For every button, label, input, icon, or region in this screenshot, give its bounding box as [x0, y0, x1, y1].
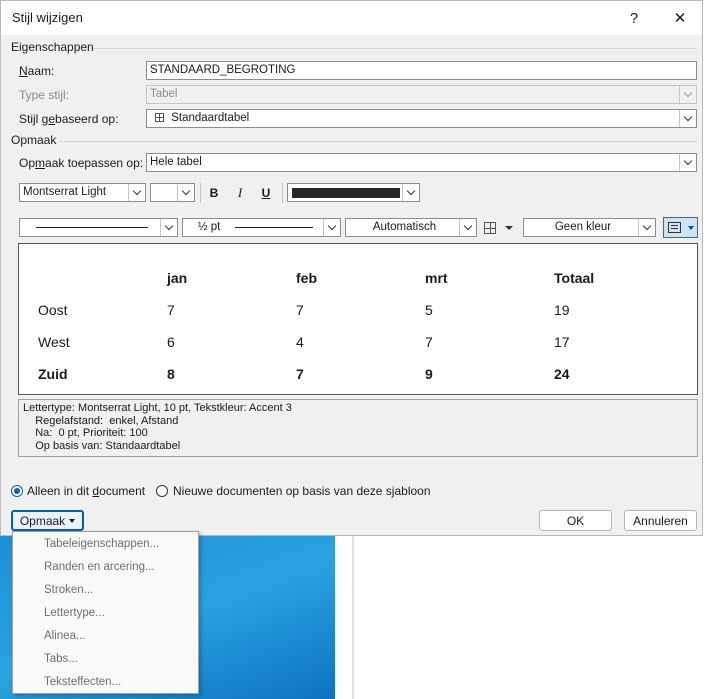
table-cell: 5 [425, 302, 433, 318]
chevron-down-icon[interactable] [638, 219, 655, 236]
font-name-value: Montserrat Light [23, 186, 107, 198]
based-on-value: Standaardtabel [171, 112, 250, 124]
border-weight-value: ½ pt [198, 221, 221, 233]
format-button-label: Opmaak [19, 513, 66, 528]
new-documents-radio[interactable] [156, 485, 168, 497]
border-line-sample [36, 227, 148, 228]
description-line: Op basis van: Standaardtabel [23, 439, 181, 452]
dialog-title: Stijl wijzigen [12, 10, 83, 25]
chevron-down-icon[interactable] [459, 219, 476, 236]
table-cell: 7 [296, 366, 304, 382]
format-menu-button[interactable]: Opmaak [11, 510, 84, 531]
font-name-select[interactable]: Montserrat Light [19, 183, 146, 202]
apply-to-value: Hele tabel [150, 156, 202, 168]
header-cell: jan [167, 270, 188, 286]
menu-item-stripes[interactable]: Stroken... [44, 584, 93, 596]
name-label: Naam: [19, 64, 55, 78]
only-this-document-radio[interactable] [11, 485, 23, 497]
shading-color-select[interactable]: Geen kleur [523, 218, 656, 237]
align-button[interactable] [663, 217, 698, 238]
chevron-down-icon [679, 86, 696, 103]
align-icon [668, 222, 681, 233]
table-preview: jan feb mrt Totaal Oost 7 7 5 19 West 6 … [18, 243, 698, 395]
table-style-icon [155, 113, 164, 123]
name-input[interactable]: STANDAARD_BEGROTING [146, 61, 697, 80]
close-icon[interactable]: ✕ [657, 4, 703, 32]
menu-item-text-effects[interactable]: Teksteffecten... [44, 676, 121, 688]
chevron-down-icon[interactable] [679, 110, 696, 127]
chevron-down-icon[interactable] [323, 219, 340, 236]
apply-to-label: Opmaak toepassen op: [19, 156, 144, 170]
background-document [354, 536, 710, 699]
table-cell: 7 [425, 334, 433, 350]
description-line: Na: 0 pt, Prioriteit: 100 [23, 427, 148, 439]
table-cell: 19 [554, 302, 570, 318]
help-icon[interactable]: ? [611, 4, 657, 32]
ok-button[interactable]: OK [539, 510, 612, 531]
chevron-down-icon[interactable] [128, 184, 145, 201]
new-documents-label[interactable]: Nieuwe documenten op basis van deze sjab… [173, 484, 431, 498]
border-weight-select[interactable]: ½ pt [182, 218, 341, 237]
italic-button[interactable]: I [229, 183, 251, 203]
title-bar: Stijl wijzigen ? ✕ [1, 1, 702, 35]
table-cell: 24 [554, 366, 570, 382]
chevron-down-icon[interactable] [160, 219, 177, 236]
style-type-label: Type stijl: [19, 88, 70, 102]
style-description: Lettertype: Montserrat Light, 10 pt, Tek… [18, 399, 698, 457]
border-weight-line [235, 227, 313, 228]
menu-item-paragraph[interactable]: Alinea... [44, 630, 86, 642]
section-properties: Eigenschappen [11, 40, 94, 54]
row-label: Oost [38, 302, 68, 318]
chevron-down-icon[interactable] [679, 154, 696, 171]
borders-dropdown-icon[interactable] [505, 226, 513, 230]
table-cell: 8 [167, 366, 175, 382]
header-cell: Totaal [554, 270, 595, 286]
header-cell: mrt [425, 270, 448, 286]
based-on-select[interactable]: Standaardtabel [146, 109, 697, 128]
chevron-down-icon[interactable] [402, 184, 419, 201]
chevron-down-icon [688, 226, 694, 230]
menu-item-tabs[interactable]: Tabs... [44, 653, 78, 665]
modify-style-dialog: Stijl wijzigen ? ✕ Eigenschappen Naam: S… [0, 0, 703, 536]
menu-item-table-properties[interactable]: Tabeleigenschappen... [44, 538, 159, 550]
description-line: Regelafstand: enkel, Afstand [23, 414, 179, 427]
table-cell: 7 [296, 302, 304, 318]
shading-value: Geen kleur [554, 221, 612, 233]
section-formatting: Opmaak [11, 133, 57, 147]
section-separator [93, 48, 697, 49]
header-cell: feb [296, 270, 317, 286]
bold-button[interactable]: B [203, 183, 225, 203]
chevron-down-icon [69, 518, 76, 523]
apply-to-select[interactable]: Hele tabel [146, 153, 697, 172]
only-this-document-label[interactable]: Alleen in dit document [27, 484, 145, 498]
style-type-select: Tabel [146, 85, 697, 104]
row-label: Zuid [38, 366, 68, 382]
menu-item-font[interactable]: Lettertype... [44, 607, 105, 619]
based-on-label: Stijl gebaseerd op: [19, 112, 119, 126]
border-style-select[interactable] [19, 218, 178, 237]
table-cell: 6 [167, 334, 175, 350]
border-color-select[interactable]: Automatisch [345, 218, 477, 237]
underline-button[interactable]: U [255, 183, 277, 203]
font-color-select[interactable] [287, 183, 420, 202]
table-cell: 17 [554, 334, 570, 350]
table-cell: 4 [296, 334, 304, 350]
table-cell: 9 [425, 366, 433, 382]
font-color-swatch [292, 188, 400, 198]
table-cell: 7 [167, 302, 175, 318]
border-color-value: Automatisch [372, 221, 437, 233]
description-line: Lettertype: Montserrat Light, 10 pt, Tek… [23, 402, 292, 414]
font-size-select[interactable] [150, 183, 195, 202]
menu-item-borders-shading[interactable]: Randen en arcering... [44, 561, 155, 573]
style-type-value: Tabel [150, 88, 178, 100]
cancel-button[interactable]: Annuleren [624, 510, 697, 531]
borders-grid-icon[interactable] [484, 222, 496, 234]
row-label: West [38, 334, 70, 350]
toolbar-separator [282, 183, 283, 203]
format-dropdown-menu: Tabeleigenschappen... Randen en arcering… [12, 531, 199, 694]
chevron-down-icon[interactable] [177, 184, 194, 201]
section-separator [59, 141, 697, 142]
toolbar-separator [200, 183, 201, 203]
